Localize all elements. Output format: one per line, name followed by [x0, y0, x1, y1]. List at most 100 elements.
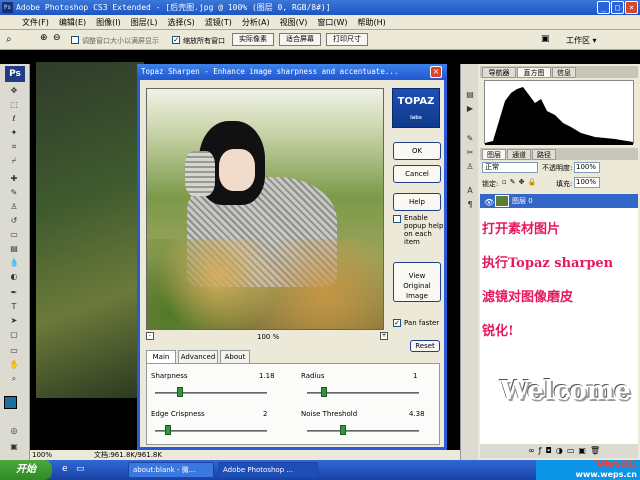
menu-edit[interactable]: 编辑(E): [54, 15, 91, 30]
eyedropper-tool-icon[interactable]: ⌿: [9, 156, 19, 166]
start-button[interactable]: 开始: [0, 460, 52, 480]
workspace-menu[interactable]: 工作区 ▾: [566, 35, 597, 46]
zoom-in-icon[interactable]: +: [380, 332, 388, 340]
layer-mask-icon[interactable]: ◘: [546, 446, 556, 455]
tool-presets-icon[interactable]: ✂: [465, 148, 475, 158]
layer-style-icon[interactable]: ƒ: [539, 446, 546, 455]
maximize-button[interactable]: □: [611, 1, 624, 14]
opacity-label: 不透明度:: [542, 164, 573, 172]
sharpness-slider-track[interactable]: [155, 392, 267, 394]
adjustment-layer-icon[interactable]: ◑: [556, 446, 567, 455]
lock-icons[interactable]: ▫✎✥🔒: [502, 178, 539, 186]
document-canvas[interactable]: [36, 62, 144, 398]
fill-input[interactable]: 100%: [574, 177, 600, 188]
tab-layers[interactable]: 图层: [482, 149, 506, 160]
lasso-tool-icon[interactable]: ℓ: [9, 114, 19, 124]
layer-row[interactable]: 👁 图层 0: [480, 194, 638, 208]
blend-mode-select[interactable]: 正常: [482, 162, 538, 173]
healing-brush-tool-icon[interactable]: ✚: [9, 174, 19, 184]
magic-wand-tool-icon[interactable]: ✦: [9, 128, 19, 138]
actions-panel-icon[interactable]: ▶: [465, 104, 475, 114]
topaz-sharpen-dialog: Topaz Sharpen - Enhance image sharpness …: [137, 64, 447, 450]
resize-window-checkbox[interactable]: [71, 36, 79, 44]
noise-threshold-slider-track[interactable]: [307, 430, 419, 432]
blur-tool-icon[interactable]: 💧: [9, 258, 19, 268]
menu-file[interactable]: 文件(F): [0, 15, 54, 30]
tab-histogram[interactable]: 直方图: [517, 67, 551, 78]
zoom-in-icon[interactable]: ⊕: [40, 33, 48, 43]
quick-launch-desktop-icon[interactable]: ▭: [76, 464, 85, 474]
view-original-button[interactable]: View Original Image: [393, 262, 441, 302]
paragraph-panel-icon[interactable]: ¶: [465, 200, 475, 210]
fit-screen-button[interactable]: 适合屏幕: [279, 33, 321, 46]
help-button[interactable]: Help: [393, 193, 441, 211]
taskbar-item-photoshop[interactable]: Adobe Photoshop ...: [218, 462, 318, 478]
crop-tool-icon[interactable]: ⌗: [9, 142, 19, 152]
preview-image[interactable]: [146, 88, 384, 330]
tab-about[interactable]: About: [220, 350, 250, 364]
edge-crispness-slider-thumb[interactable]: [165, 425, 172, 435]
quick-launch-ie-icon[interactable]: e: [62, 464, 68, 474]
zoom-tool-icon[interactable]: ⌕: [6, 34, 12, 45]
history-brush-tool-icon[interactable]: ↺: [9, 216, 19, 226]
path-selection-tool-icon[interactable]: ➤: [9, 316, 19, 326]
shape-tool-icon[interactable]: ▢: [9, 330, 19, 340]
tab-navigator[interactable]: 导航器: [482, 67, 516, 78]
tab-advanced[interactable]: Advanced: [178, 350, 218, 364]
new-group-icon[interactable]: ▭: [567, 446, 579, 455]
dialog-close-button[interactable]: ×: [430, 66, 442, 78]
type-tool-icon[interactable]: T: [9, 302, 19, 312]
brushes-panel-icon[interactable]: ✎: [465, 134, 475, 144]
menu-window[interactable]: 窗口(W): [312, 15, 352, 30]
tab-info[interactable]: 信息: [552, 67, 576, 78]
dodge-tool-icon[interactable]: ◐: [9, 272, 19, 282]
cancel-button[interactable]: Cancel: [393, 165, 441, 183]
move-tool-icon[interactable]: ✥: [9, 86, 19, 96]
eraser-tool-icon[interactable]: ▭: [9, 230, 19, 240]
history-panel-icon[interactable]: ▤: [465, 90, 475, 100]
tab-channels[interactable]: 通道: [507, 149, 531, 160]
quick-mask-icon[interactable]: ◎: [9, 426, 19, 436]
new-layer-icon[interactable]: ▣: [578, 446, 590, 455]
pen-tool-icon[interactable]: ✒: [9, 288, 19, 298]
tab-paths[interactable]: 路径: [532, 149, 556, 160]
popup-help-checkbox[interactable]: [393, 215, 401, 223]
menu-filter[interactable]: 滤镜(T): [200, 15, 237, 30]
character-panel-icon[interactable]: A: [465, 186, 475, 196]
close-button[interactable]: ×: [625, 1, 638, 14]
link-layers-icon[interactable]: ∞: [528, 446, 539, 455]
clone-source-icon[interactable]: ♙: [465, 162, 475, 172]
clone-stamp-tool-icon[interactable]: ♙: [9, 202, 19, 212]
zoom-out-icon[interactable]: -: [146, 332, 154, 340]
menu-analysis[interactable]: 分析(A): [237, 15, 275, 30]
delete-layer-icon[interactable]: 🗑: [590, 446, 604, 455]
actual-pixels-button[interactable]: 实际像素: [232, 33, 274, 46]
menu-layer[interactable]: 图层(L): [126, 15, 163, 30]
notes-tool-icon[interactable]: ▭: [9, 346, 19, 356]
print-size-button[interactable]: 打印尺寸: [326, 33, 368, 46]
ok-button[interactable]: OK: [393, 142, 441, 160]
taskbar-item-browser[interactable]: about:blank - 微...: [128, 462, 214, 478]
minimize-button[interactable]: _: [597, 1, 610, 14]
opacity-input[interactable]: 100%: [574, 162, 600, 173]
menu-select[interactable]: 选择(S): [162, 15, 199, 30]
radius-slider-thumb[interactable]: [320, 387, 327, 397]
menu-help[interactable]: 帮助(H): [353, 15, 391, 30]
foreground-color-swatch[interactable]: [4, 396, 17, 409]
noise-threshold-slider-thumb[interactable]: [339, 425, 346, 435]
menu-image[interactable]: 图像(I): [91, 15, 126, 30]
gradient-tool-icon[interactable]: ▤: [9, 244, 19, 254]
pan-faster-checkbox[interactable]: ✓: [393, 319, 401, 327]
sharpness-slider-thumb[interactable]: [176, 387, 183, 397]
marquee-tool-icon[interactable]: ⬚: [9, 100, 19, 110]
zoom-level-readout[interactable]: 100%: [32, 450, 52, 460]
menu-view[interactable]: 视图(V): [275, 15, 313, 30]
zoom-all-checkbox[interactable]: ✓: [172, 36, 180, 44]
bridge-icon[interactable]: ▣: [541, 34, 550, 44]
zoom-out-icon[interactable]: ⊖: [53, 33, 61, 43]
hand-tool-icon[interactable]: ✋: [9, 360, 19, 370]
zoom-tool-icon-box[interactable]: ⌕: [9, 374, 19, 384]
screen-mode-icon[interactable]: ▣: [9, 442, 19, 452]
brush-tool-icon[interactable]: ✎: [9, 188, 19, 198]
edge-crispness-slider-track[interactable]: [155, 430, 267, 432]
